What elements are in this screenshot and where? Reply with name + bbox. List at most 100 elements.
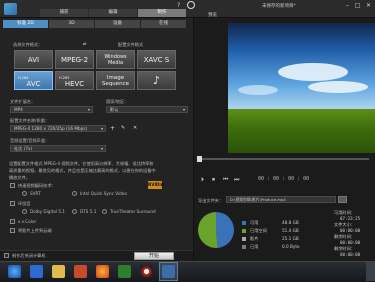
record-app-icon[interactable] bbox=[140, 265, 153, 278]
legend-value: 0.0 Byte bbox=[282, 244, 300, 249]
surround-checkbox[interactable] bbox=[10, 201, 15, 206]
preview-cloud bbox=[278, 63, 348, 81]
firefox-icon[interactable] bbox=[96, 265, 109, 278]
explorer-icon[interactable] bbox=[52, 265, 65, 278]
format-mpeg2-button[interactable]: MPEG-2 bbox=[55, 50, 94, 69]
audio-label: 音频设置/音频声道： bbox=[10, 138, 50, 143]
ie-icon[interactable] bbox=[30, 265, 43, 278]
format-label: Windows Media bbox=[104, 53, 127, 66]
tab-standard-2d[interactable]: 标准 2D bbox=[3, 20, 48, 28]
add-profile-icon[interactable]: + bbox=[110, 125, 115, 132]
media-player-icon[interactable] bbox=[74, 265, 87, 278]
maximize-button[interactable]: □ bbox=[353, 2, 362, 9]
seek-handle[interactable] bbox=[197, 156, 202, 162]
green-app-icon[interactable] bbox=[118, 265, 131, 278]
show-desktop-button[interactable] bbox=[366, 262, 375, 281]
prev-frame-icon[interactable]: ⏮ bbox=[223, 176, 228, 184]
stat-value: 00:00:00 bbox=[340, 252, 361, 257]
tab-3d[interactable]: 3D bbox=[49, 20, 94, 28]
profile-description: 设置配置文件格式 MPEG-4 视频文件。它使用高分辨率、大帧幅、低比特率和高质… bbox=[9, 161, 156, 180]
profile-name-label: 配置文件名称/质量： bbox=[10, 118, 50, 123]
truetheater-radio[interactable] bbox=[102, 209, 107, 214]
settings-gear-icon[interactable] bbox=[187, 1, 195, 9]
music-note-icon: ♪ bbox=[152, 73, 161, 87]
format-label: HEVC bbox=[64, 79, 85, 88]
help-icon[interactable]: ? bbox=[177, 2, 180, 9]
legend-swatch bbox=[242, 229, 246, 233]
legend-swatch bbox=[242, 221, 246, 225]
shutdown-label: 制作后关闭计算机 bbox=[12, 253, 46, 258]
upload-checkbox[interactable] bbox=[10, 228, 15, 233]
edit-profile-icon[interactable]: ✎ bbox=[121, 125, 125, 131]
xvcolor-checkbox[interactable] bbox=[10, 219, 15, 224]
tab-produce[interactable]: 制作 bbox=[138, 9, 186, 17]
preview-cloud bbox=[238, 85, 278, 95]
legend-row: 影片 25.1 GB bbox=[242, 236, 302, 243]
tab-capture[interactable]: 捕获 bbox=[40, 9, 88, 17]
format-wmv-button[interactable]: Windows Media bbox=[96, 50, 135, 69]
legend-swatch bbox=[242, 237, 246, 241]
compare-icon[interactable]: ⇄ bbox=[83, 41, 87, 46]
start-orb-icon[interactable] bbox=[8, 265, 21, 278]
legend-value: 48.8 GB bbox=[282, 220, 299, 225]
format-avi-button[interactable]: AVI bbox=[14, 50, 53, 69]
start-button[interactable]: 开始 bbox=[134, 252, 174, 260]
country-select[interactable]: 默认 bbox=[106, 106, 188, 113]
hw-encode-checkbox[interactable] bbox=[10, 183, 15, 188]
truetheater-label: TrueTheater Surround bbox=[110, 209, 156, 214]
disk-space-pie-chart bbox=[198, 212, 234, 248]
audio-select[interactable]: 杜比 (7x) bbox=[10, 145, 106, 152]
format-xavcs-button[interactable]: XAVC S bbox=[137, 50, 176, 69]
profile-format-label: 配置文件格式 bbox=[118, 42, 144, 47]
dolby-radio[interactable] bbox=[22, 209, 27, 214]
tab-device[interactable]: 设备 bbox=[95, 20, 140, 28]
legend-name: 影片 bbox=[250, 236, 259, 241]
upload-label: 将影片上传到云端 bbox=[18, 228, 52, 233]
output-path-field[interactable]: D:\视频剪辑\影片\Produce.mp4 bbox=[226, 196, 336, 203]
format-label: AVI bbox=[27, 55, 40, 64]
timecode: 00 : 00 : 00 : 00 bbox=[258, 176, 310, 182]
dts-radio[interactable] bbox=[72, 209, 77, 214]
shutdown-checkbox[interactable] bbox=[4, 253, 9, 258]
surround-label: 环绕音 bbox=[18, 201, 31, 206]
profile-name-select[interactable]: MPEG-4 1280 x 720/25p (16 Mbps) bbox=[10, 125, 106, 132]
project-title: 未保存的新项目* bbox=[262, 4, 296, 9]
format-audio-button[interactable]: ♪ bbox=[137, 71, 176, 90]
format-label: XAVC S bbox=[143, 55, 170, 64]
legend-swatch bbox=[242, 245, 246, 249]
format-label: Image Sequence bbox=[101, 74, 130, 87]
stat-value: 00:00:00 bbox=[340, 240, 361, 245]
format-hevc-button[interactable]: H.265 HEVC bbox=[55, 71, 94, 90]
country-label: 国家/地区： bbox=[106, 99, 129, 104]
stat-value: 07:23:25 bbox=[340, 216, 361, 221]
minimize-button[interactable]: – bbox=[343, 2, 352, 9]
browse-folder-icon[interactable] bbox=[338, 196, 347, 203]
intel-qsv-label: Intel Quick Sync Video bbox=[80, 191, 127, 196]
video-preview bbox=[228, 23, 375, 153]
format-image-sequence-button[interactable]: Image Sequence bbox=[96, 71, 135, 90]
intel-qsv-radio[interactable] bbox=[72, 191, 77, 196]
stop-icon[interactable]: ⏹ bbox=[212, 176, 215, 184]
tab-online[interactable]: 在线 bbox=[141, 20, 186, 28]
pie-slice-0 bbox=[216, 212, 234, 248]
legend-value: 25.1 GB bbox=[282, 236, 299, 241]
file-ext-label: 文件扩展名： bbox=[10, 99, 36, 104]
close-button[interactable]: ✕ bbox=[364, 2, 373, 9]
pie-slice-1 bbox=[198, 212, 218, 248]
format-grid: AVI MPEG-2 Windows Media XAVC S H.264 AV… bbox=[14, 50, 176, 90]
powerdirector-icon[interactable] bbox=[162, 265, 175, 278]
svrt-radio[interactable] bbox=[22, 191, 27, 196]
play-icon[interactable]: ⏵ bbox=[201, 176, 204, 184]
delete-profile-icon[interactable]: ✕ bbox=[133, 125, 137, 131]
file-ext-select[interactable]: MP4 bbox=[10, 106, 93, 113]
legend-row: 已用 0.0 Byte bbox=[242, 244, 302, 251]
dolby-label: Dolby Digital 5.1 bbox=[30, 209, 65, 214]
tab-edit[interactable]: 编辑 bbox=[89, 9, 137, 17]
preview-grass bbox=[228, 108, 375, 153]
nvidia-badge-icon: NVIDIA bbox=[148, 181, 164, 189]
format-avc-button[interactable]: H.264 AVC bbox=[14, 71, 53, 90]
hw-encode-label: 快速视频编码技术： bbox=[18, 183, 56, 188]
title-bar: 捕获 编辑 制作 ? 未保存的新项目* – □ ✕ bbox=[0, 0, 375, 18]
next-frame-icon[interactable]: ⏭ bbox=[234, 176, 239, 184]
seek-bar[interactable] bbox=[199, 158, 369, 160]
